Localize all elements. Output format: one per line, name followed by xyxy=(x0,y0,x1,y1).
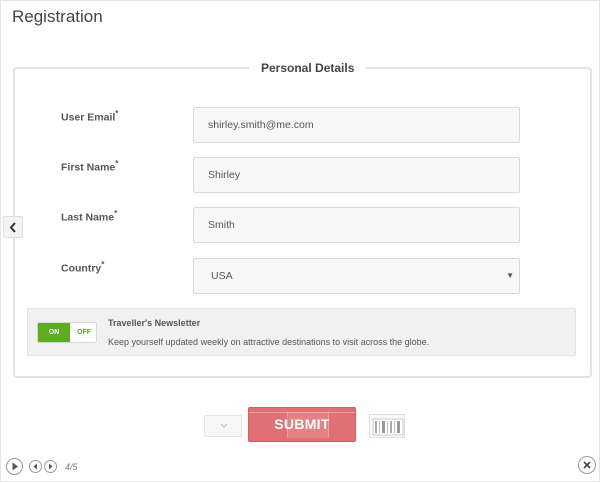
close-icon xyxy=(583,461,591,469)
last-name-field[interactable] xyxy=(193,207,520,243)
country-selected-value: USA xyxy=(211,270,233,282)
email-field[interactable] xyxy=(193,107,520,143)
rewind-icon xyxy=(33,463,37,470)
first-name-field[interactable] xyxy=(193,157,520,193)
play-icon xyxy=(12,462,18,471)
play-button[interactable] xyxy=(6,458,23,475)
first-name-label: First Name* xyxy=(61,159,119,174)
newsletter-toggle[interactable]: ON OFF xyxy=(37,322,97,343)
chevron-down-icon xyxy=(220,423,228,429)
rewind-button[interactable] xyxy=(29,460,42,473)
app-frame: Registration Personal Details User Email… xyxy=(0,0,600,482)
toggle-on-label: ON xyxy=(38,323,70,342)
thumbnail-image xyxy=(372,418,404,436)
required-marker: * xyxy=(101,260,105,269)
newsletter-box: ON OFF Traveller's Newsletter Keep yours… xyxy=(27,308,576,356)
toggle-off-label: OFF xyxy=(77,329,91,336)
forward-button[interactable] xyxy=(44,460,57,473)
chevron-left-icon xyxy=(9,222,16,233)
preview-thumbnail[interactable] xyxy=(369,414,405,438)
close-button[interactable] xyxy=(578,456,596,474)
required-marker: * xyxy=(114,209,118,218)
submit-button[interactable]: SUBMIT xyxy=(248,407,356,442)
previous-slide-button[interactable] xyxy=(3,216,23,238)
country-select[interactable]: USA ▼ xyxy=(193,258,520,294)
caret-down-icon: ▼ xyxy=(506,271,514,280)
email-label: User Email* xyxy=(61,109,119,124)
last-name-label: Last Name* xyxy=(61,209,118,224)
country-label: Country* xyxy=(61,260,105,275)
panel-legend: Personal Details xyxy=(261,61,355,75)
submit-label: SUBMIT xyxy=(274,416,330,432)
newsletter-description: Keep yourself updated weekly on attracti… xyxy=(108,337,430,347)
page-counter: 4/5 xyxy=(65,462,78,472)
back-button[interactable] xyxy=(204,415,242,437)
forward-icon xyxy=(49,463,53,470)
required-marker: * xyxy=(115,159,119,168)
required-marker: * xyxy=(115,109,119,118)
page-title: Registration xyxy=(12,7,103,26)
newsletter-title: Traveller's Newsletter xyxy=(108,318,201,328)
